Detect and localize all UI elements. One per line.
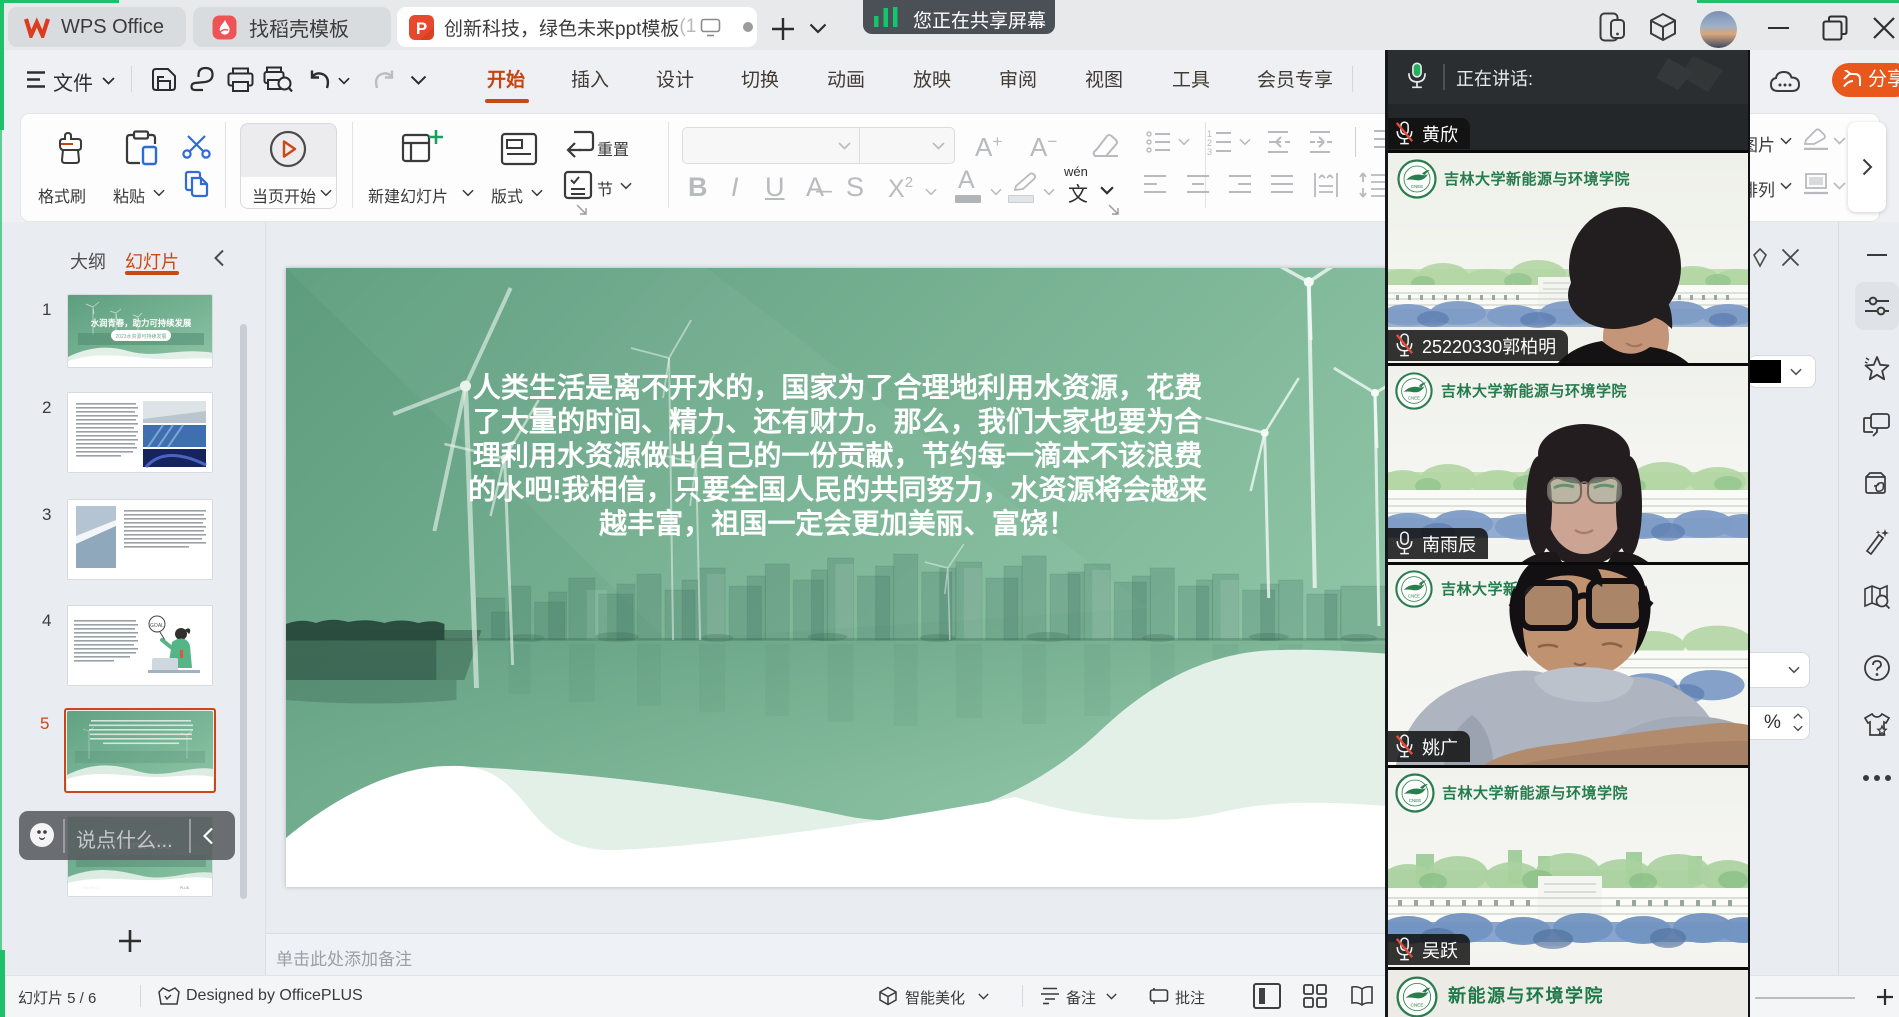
svg-text:越丰富，祖国一定会更加美丽、富饶！: 越丰富，祖国一定会更加美丽、富饶！ xyxy=(599,507,1076,539)
svg-text:的水吧!我相信，只要全国人民的共同努力，水资源将会越来: 的水吧!我相信，只要全国人民的共同努力，水资源将会越来 xyxy=(468,473,1208,505)
svg-text:理利用水资源做出自己的一份贡献，节约每一滴本不该浪费: 理利用水资源做出自己的一份贡献，节约每一滴本不该浪费 xyxy=(473,439,1202,471)
svg-text:3: 3 xyxy=(1207,147,1212,155)
svg-text:2023水资源可持续发展: 2023水资源可持续发展 xyxy=(115,333,166,340)
svg-text:P: P xyxy=(416,19,427,38)
svg-text:PLUS: PLUS xyxy=(180,886,190,890)
svg-text:人类生活是离不开水的，国家为了合理地利用水资源，花费: 人类生活是离不开水的，国家为了合理地利用水资源，花费 xyxy=(473,371,1202,403)
svg-text:了大量的时间、精力、还有财力。那么，我们大家也要为合: 了大量的时间、精力、还有财力。那么，我们大家也要为合 xyxy=(473,405,1203,437)
svg-text:OfficePLUS: OfficePLUS xyxy=(82,886,101,890)
svg-text:CNEE: CNEE xyxy=(1409,798,1422,803)
svg-text:GOAL: GOAL xyxy=(150,623,164,629)
svg-text:水润青春，助力可持续发展: 水润青春，助力可持续发展 xyxy=(90,318,192,328)
svg-text:CNEE: CNEE xyxy=(1410,1002,1423,1007)
